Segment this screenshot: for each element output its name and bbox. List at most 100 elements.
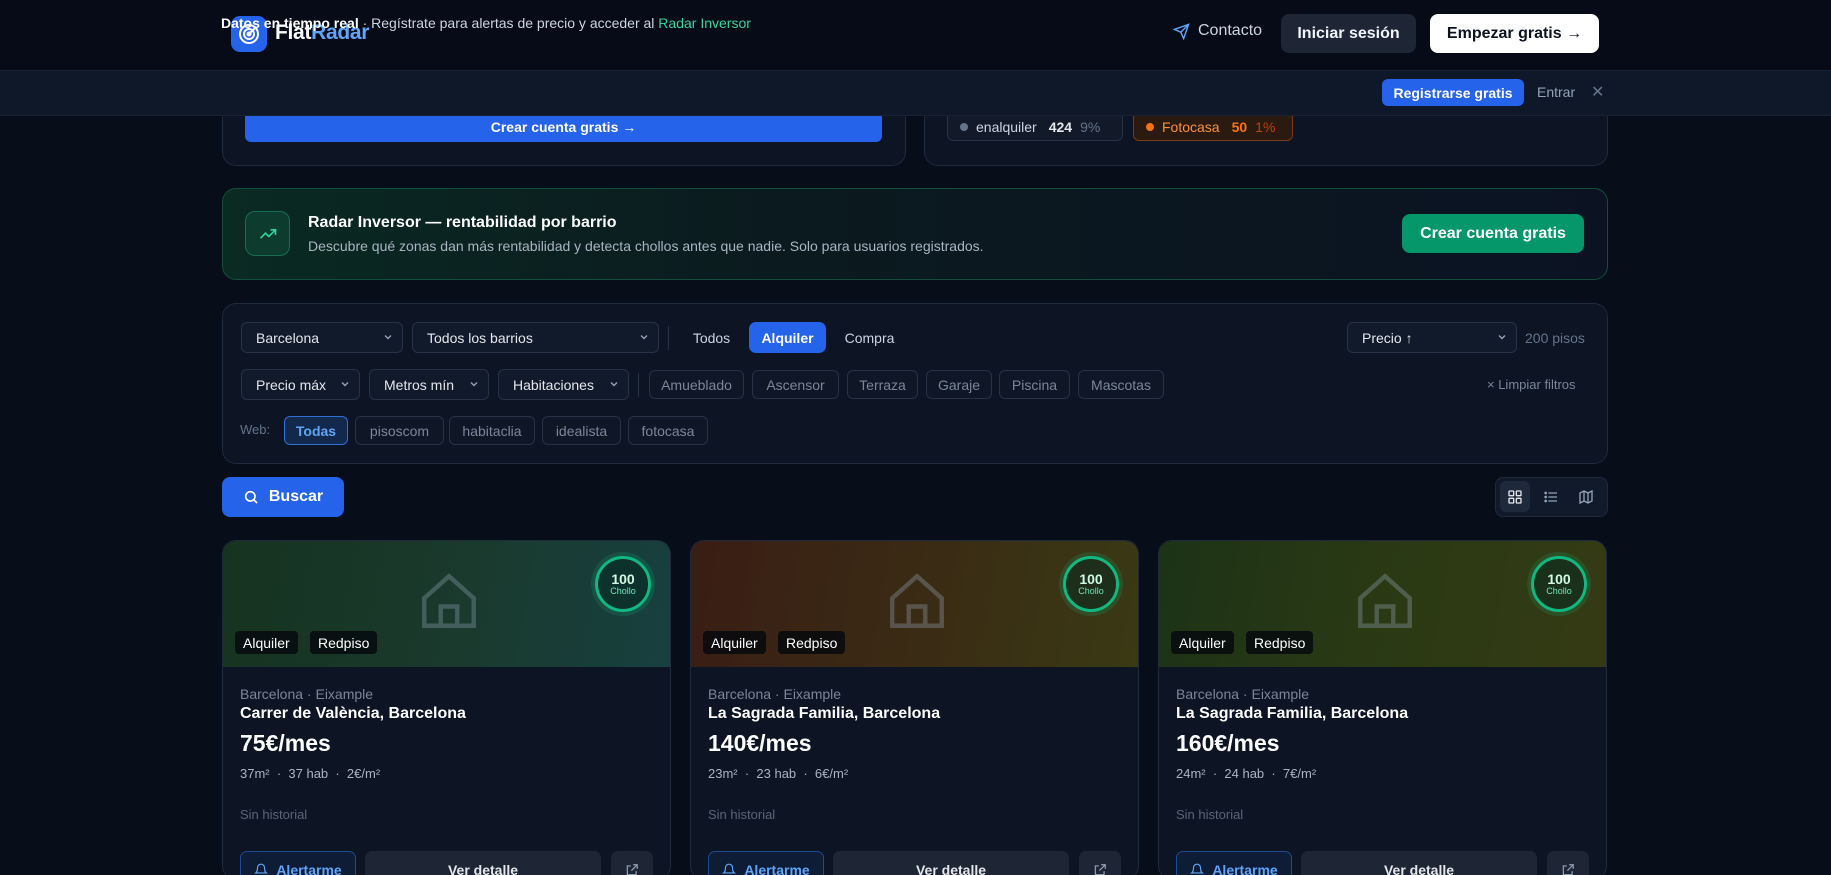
radar-inversor-link[interactable]: Radar Inversor [658,15,751,31]
grid-view-icon[interactable] [1500,481,1530,512]
view-detail-button[interactable]: Ver detalle [833,851,1069,875]
listing-card[interactable]: 100 Chollo Alquiler Redpiso Barcelona · … [690,540,1139,875]
register-button[interactable]: Registrarse gratis [1382,79,1524,106]
price-max-label: Precio máx [256,376,327,393]
alert-me-button[interactable]: Alertarme [1176,851,1292,875]
score-value: 100 [611,570,635,587]
web-habitaclia[interactable]: habitaclia [449,416,535,445]
source-count: 424 [1048,118,1073,135]
external-link-icon[interactable] [611,851,653,875]
web-label: Web: [240,422,271,437]
feature-terraza[interactable]: Terraza [847,370,918,399]
house-icon [1358,573,1412,628]
listing-location: Barcelona · Eixample [240,686,374,702]
chevron-down-icon [384,335,392,340]
alert-label: Alertarme [744,862,810,875]
source-pct: 1% [1255,118,1276,135]
listing-price: 140€/mes [708,730,812,756]
web-idealista[interactable]: idealista [542,416,621,445]
listing-title[interactable]: La Sagrada Familia, Barcelona [708,705,940,723]
alert-label: Alertarme [1212,862,1278,875]
listing-location: Barcelona · Eixample [708,686,842,702]
source-pill-enalquiler: enalquiler 424 9% [947,112,1123,141]
external-link-icon[interactable] [1547,851,1589,875]
trending-up-icon [245,211,290,256]
web-todas[interactable]: Todas [284,416,348,445]
listing-source-tag: Redpiso [310,631,378,654]
list-view-icon[interactable] [1536,481,1566,512]
divider [668,326,669,350]
listing-type-tag: Alquiler [1171,631,1234,654]
listing-title[interactable]: Carrer de València, Barcelona [240,705,466,723]
search-icon [244,490,258,504]
alert-me-button[interactable]: Alertarme [708,851,824,875]
feature-piscina[interactable]: Piscina [999,370,1070,399]
neighborhood-select[interactable]: Todos los barrios [412,322,659,353]
enter-link[interactable]: Entrar [1537,84,1575,100]
source-name: enalquiler [976,118,1037,135]
mode-todos[interactable]: Todos [680,322,743,353]
investor-title: Radar Inversor — rentabilidad por barrio [308,214,617,231]
source-dot [960,122,968,131]
source-pct: 9% [1080,118,1101,135]
bell-icon [254,863,269,874]
view-detail-button[interactable]: Ver detalle [1301,851,1537,875]
meters-min-select[interactable]: Metros mín [369,369,489,400]
feature-mascotas[interactable]: Mascotas [1078,370,1164,399]
close-icon[interactable]: ✕ [1591,82,1604,102]
neighborhood-value: Todos los barrios [427,329,533,346]
banner-text: · Regístrate para alertas de precio y ac… [358,15,659,31]
city-value: Barcelona [256,329,320,346]
web-fotocasa[interactable]: fotocasa [628,416,708,445]
listing-source-tag: Redpiso [778,631,846,654]
listing-type-tag: Alquiler [703,631,766,654]
price-max-select[interactable]: Precio máx [241,369,360,400]
deal-score-badge: 100 Chollo [595,556,651,612]
login-button[interactable]: Iniciar sesión [1281,14,1416,53]
contact-label: Contacto [1198,22,1263,39]
feature-garaje[interactable]: Garaje [926,370,992,399]
feature-ascensor[interactable]: Ascensor [752,370,839,399]
create-account-button[interactable]: Crear cuenta gratis → [245,112,882,142]
listing-specs: 23m² · 23 hab · 6€/m² [708,766,849,781]
alert-label: Alertarme [276,862,342,875]
search-button[interactable]: Buscar [222,477,344,517]
investor-signup-button[interactable]: Crear cuenta gratis [1402,214,1584,253]
source-count: 50 [1231,118,1248,135]
price-history: Sin historial [1176,807,1244,822]
listing-card[interactable]: 100 Chollo Alquiler Redpiso Barcelona · … [1158,540,1607,875]
clear-filters-link[interactable]: × Limpiar filtros [1487,377,1576,392]
house-icon [422,573,476,628]
deal-score-badge: 100 Chollo [1531,556,1587,612]
web-pisoscom[interactable]: pisoscom [355,416,444,445]
chevron-down-icon [610,382,618,387]
external-link-icon[interactable] [1079,851,1121,875]
chevron-down-icon [341,382,349,387]
sort-select[interactable]: Precio ↑ [1347,322,1517,353]
feature-amueblado[interactable]: Amueblado [649,370,744,399]
price-history: Sin historial [708,807,776,822]
listing-specs: 37m² · 37 hab · 2€/m² [240,766,381,781]
divider [638,373,639,397]
alert-me-button[interactable]: Alertarme [240,851,356,875]
search-label: Buscar [268,488,324,505]
chevron-down-icon [640,335,648,340]
score-label: Chollo [1546,585,1572,596]
score-value: 100 [1547,570,1571,587]
bell-icon [1190,863,1205,874]
mode-compra[interactable]: Compra [831,322,908,353]
listing-title[interactable]: La Sagrada Familia, Barcelona [1176,705,1408,723]
chevron-down-icon [1498,335,1506,340]
city-select[interactable]: Barcelona [241,322,403,353]
banner-bold: Datos en tiempo real [221,15,359,31]
price-history: Sin historial [240,807,308,822]
start-free-button[interactable]: Empezar gratis → [1430,14,1599,53]
listing-price: 75€/mes [240,730,331,756]
contact-link[interactable]: Contacto [1173,22,1262,40]
meters-min-label: Metros mín [384,376,455,393]
mode-alquiler[interactable]: Alquiler [749,322,826,353]
view-detail-button[interactable]: Ver detalle [365,851,601,875]
map-view-icon[interactable] [1571,481,1601,512]
rooms-select[interactable]: Habitaciones [498,369,629,400]
listing-card[interactable]: 100 Chollo Alquiler Redpiso Barcelona · … [222,540,671,875]
